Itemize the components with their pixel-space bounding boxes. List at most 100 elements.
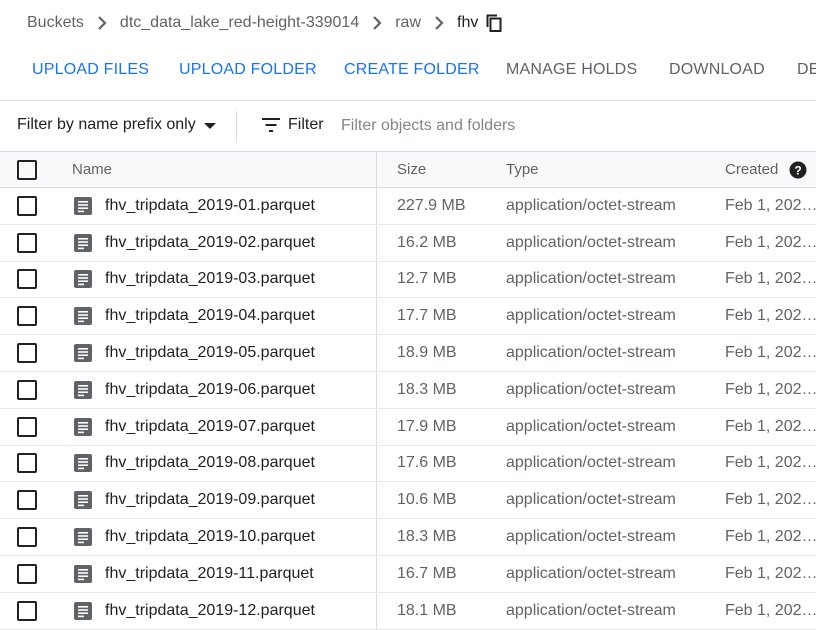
chevron-right-icon <box>359 16 395 30</box>
file-name-link[interactable]: fhv_tripdata_2019-05.parquet <box>105 344 315 362</box>
table-row[interactable]: fhv_tripdata_2019-09.parquet 10.6 MB app… <box>0 482 816 520</box>
file-name-link[interactable]: fhv_tripdata_2019-09.parquet <box>105 491 315 509</box>
breadcrumb-raw[interactable]: raw <box>395 14 421 32</box>
column-divider <box>376 188 377 224</box>
row-checkbox[interactable] <box>17 563 37 584</box>
row-checkbox-cell <box>17 446 37 482</box>
row-checkbox-cell <box>17 482 37 518</box>
dropdown-arrow-icon <box>203 123 216 129</box>
column-divider <box>376 152 377 187</box>
column-header-created-label: Created <box>725 161 779 178</box>
file-name-link[interactable]: fhv_tripdata_2019-10.parquet <box>105 528 315 546</box>
name-cell: fhv_tripdata_2019-01.parquet <box>72 188 315 224</box>
created-cell: Feb 1, 202… <box>725 417 816 435</box>
row-checkbox-cell <box>17 225 37 261</box>
delete-button[interactable]: DE <box>797 61 816 79</box>
file-icon <box>72 342 94 364</box>
size-cell: 17.9 MB <box>397 417 457 435</box>
row-checkbox[interactable] <box>17 416 37 437</box>
row-checkbox[interactable] <box>17 306 37 327</box>
row-checkbox-cell <box>17 335 37 371</box>
name-cell: fhv_tripdata_2019-07.parquet <box>72 409 315 445</box>
column-divider <box>376 224 377 261</box>
download-button[interactable]: DOWNLOAD <box>669 61 765 79</box>
table-row[interactable]: fhv_tripdata_2019-03.parquet 12.7 MB app… <box>0 261 816 299</box>
row-checkbox[interactable] <box>17 490 37 511</box>
name-cell: fhv_tripdata_2019-02.parquet <box>72 225 315 261</box>
upload-folder-button[interactable]: UPLOAD FOLDER <box>179 61 317 79</box>
file-name-link[interactable]: fhv_tripdata_2019-11.parquet <box>105 565 314 583</box>
size-cell: 17.6 MB <box>397 454 457 472</box>
filter-prefix-dropdown[interactable]: Filter by name prefix only <box>17 116 216 134</box>
table-row[interactable]: fhv_tripdata_2019-10.parquet 18.3 MB app… <box>0 519 816 556</box>
name-cell: fhv_tripdata_2019-06.parquet <box>72 372 315 408</box>
manage-holds-button[interactable]: MANAGE HOLDS <box>506 61 637 79</box>
created-cell: Feb 1, 202… <box>725 380 816 398</box>
created-cell: Feb 1, 202… <box>725 491 816 509</box>
name-cell: fhv_tripdata_2019-04.parquet <box>72 298 315 334</box>
row-checkbox[interactable] <box>17 379 37 400</box>
table-row[interactable]: fhv_tripdata_2019-08.parquet 17.6 MB app… <box>0 445 816 483</box>
type-cell: application/octet-stream <box>506 196 676 214</box>
table-row[interactable]: fhv_tripdata_2019-12.parquet 18.1 MB app… <box>0 592 816 630</box>
type-cell: application/octet-stream <box>506 601 676 619</box>
size-cell: 18.3 MB <box>397 380 457 398</box>
upload-files-button[interactable]: UPLOAD FILES <box>32 61 149 79</box>
size-cell: 12.7 MB <box>397 270 457 288</box>
file-icon <box>72 416 94 438</box>
file-name-link[interactable]: fhv_tripdata_2019-06.parquet <box>105 381 315 399</box>
table-row[interactable]: fhv_tripdata_2019-01.parquet 227.9 MB ap… <box>0 188 816 225</box>
row-checkbox[interactable] <box>17 195 37 216</box>
breadcrumb-bucket-name[interactable]: dtc_data_lake_red-height-339014 <box>120 14 359 32</box>
row-checkbox[interactable] <box>17 600 37 621</box>
file-name-link[interactable]: fhv_tripdata_2019-07.parquet <box>105 418 315 436</box>
row-checkbox[interactable] <box>17 343 37 364</box>
table-row[interactable]: fhv_tripdata_2019-04.parquet 17.7 MB app… <box>0 298 816 336</box>
table-row[interactable]: fhv_tripdata_2019-11.parquet 16.7 MB app… <box>0 555 816 593</box>
column-header-created[interactable]: Created ? <box>725 152 816 187</box>
table-header: Name Size Type Created ? <box>0 151 816 188</box>
column-divider <box>376 555 377 592</box>
created-cell: Feb 1, 202… <box>725 454 816 472</box>
table-row[interactable]: fhv_tripdata_2019-06.parquet 18.3 MB app… <box>0 371 816 409</box>
type-cell: application/octet-stream <box>506 307 676 325</box>
table-row[interactable]: fhv_tripdata_2019-07.parquet 17.9 MB app… <box>0 408 816 446</box>
select-all-checkbox[interactable] <box>17 159 37 180</box>
create-folder-button[interactable]: CREATE FOLDER <box>344 61 480 79</box>
row-checkbox[interactable] <box>17 453 37 474</box>
type-cell: application/octet-stream <box>506 270 676 288</box>
row-checkbox[interactable] <box>17 527 37 548</box>
file-icon <box>72 268 94 290</box>
filter-label[interactable]: Filter <box>288 116 324 134</box>
table-row[interactable]: fhv_tripdata_2019-05.parquet 18.9 MB app… <box>0 335 816 372</box>
filter-list-icon[interactable] <box>262 118 280 137</box>
row-checkbox[interactable] <box>17 232 37 253</box>
column-header-name[interactable]: Name <box>72 152 112 187</box>
file-name-link[interactable]: fhv_tripdata_2019-04.parquet <box>105 307 315 325</box>
row-checkbox-cell <box>17 556 37 592</box>
file-name-link[interactable]: fhv_tripdata_2019-12.parquet <box>105 602 315 620</box>
filter-bar: Filter by name prefix only Filter <box>0 101 816 151</box>
table-row[interactable]: fhv_tripdata_2019-02.parquet 16.2 MB app… <box>0 224 816 262</box>
file-name-link[interactable]: fhv_tripdata_2019-08.parquet <box>105 454 315 472</box>
file-icon <box>72 600 94 622</box>
file-name-link[interactable]: fhv_tripdata_2019-01.parquet <box>105 197 315 215</box>
copy-icon[interactable] <box>486 14 502 32</box>
help-icon[interactable]: ? <box>789 161 807 179</box>
filter-input[interactable] <box>341 111 801 141</box>
type-cell: application/octet-stream <box>506 454 676 472</box>
file-name-link[interactable]: fhv_tripdata_2019-02.parquet <box>105 234 315 252</box>
name-cell: fhv_tripdata_2019-08.parquet <box>72 446 315 482</box>
type-cell: application/octet-stream <box>506 380 676 398</box>
column-header-size[interactable]: Size <box>397 152 426 187</box>
file-name-link[interactable]: fhv_tripdata_2019-03.parquet <box>105 270 315 288</box>
name-cell: fhv_tripdata_2019-12.parquet <box>72 593 315 629</box>
file-icon <box>72 452 94 474</box>
created-cell: Feb 1, 202… <box>725 196 816 214</box>
column-header-type[interactable]: Type <box>506 152 539 187</box>
table-body: fhv_tripdata_2019-01.parquet 227.9 MB ap… <box>0 188 816 630</box>
file-icon <box>72 489 94 511</box>
row-checkbox[interactable] <box>17 269 37 290</box>
column-divider <box>376 519 377 555</box>
breadcrumb-buckets[interactable]: Buckets <box>27 14 84 32</box>
